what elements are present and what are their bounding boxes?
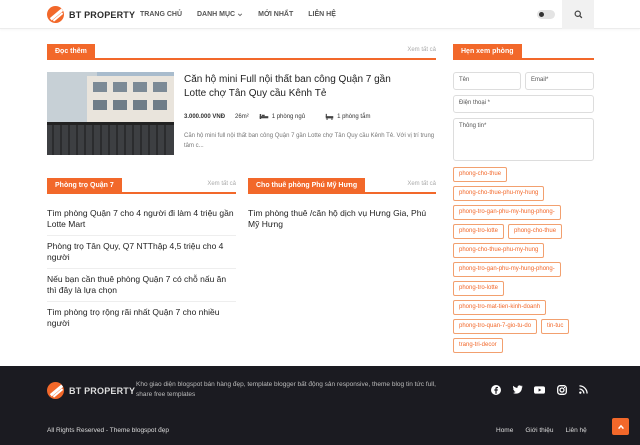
tag-link[interactable]: phong-cho-thue [508,224,563,239]
site-footer: BT PROPERTY Kho giao diện blogspot bán h… [0,366,640,445]
bathrooms: 1 phòng tắm [325,113,380,120]
bed-icon [259,114,268,119]
nav-item-latest[interactable]: MỚI NHẤT [258,11,293,18]
facebook-icon[interactable] [488,382,503,397]
logo-mark-icon [47,6,64,23]
bedrooms-label: 1 phòng ngủ [271,113,306,120]
tag-link[interactable]: phong-tro-quan-7-gio-tu-do [453,319,538,334]
featured-post-image[interactable] [47,72,174,155]
featured-post-meta: 3.000.000 VNĐ 26m² 1 phòng ngủ 1 phòng t… [184,113,390,120]
logo-mark-icon [47,382,64,399]
search-button[interactable] [562,0,594,29]
featured-post-excerpt: Căn hộ mini full nội thất ban công Quận … [184,133,435,149]
section-title: Phòng trọ Quận 7 [47,178,122,194]
tag-link[interactable]: tin-tuc [541,319,570,334]
section-title: Đọc thêm [47,44,95,60]
footer-nav: Home Giới thiệu Liên hệ [496,427,599,434]
brand-name: BT PROPERTY [69,9,136,20]
area: 26m² [235,113,249,120]
instagram-icon[interactable] [554,382,569,397]
email-field[interactable]: Email* [525,72,594,90]
post-title[interactable]: Tìm phòng thuê /căn hộ dịch vụ Hưng Gia,… [248,203,436,235]
featured-section-header: Đọc thêm Xem tất cả [47,44,436,60]
main-nav: TRANG CHỦ DANH MỤC MỚI NHẤT LIÊN HỆ [140,0,351,29]
footer-link-home[interactable]: Home [496,427,513,434]
tag-link[interactable]: phong-tro-lotte [453,224,505,239]
tag-link[interactable]: phong-cho-thue-phu-my-hung [453,243,545,258]
post-title[interactable]: Tìm phòng trọ rộng rãi nhất Quận 7 cho n… [47,302,236,334]
nav-item-categories[interactable]: DANH MỤC [197,11,243,18]
tag-cloud: phong-cho-thue phong-cho-thue-phu-my-hun… [453,167,598,357]
name-field[interactable]: Tên [453,72,521,90]
tag-link[interactable]: phong-tro-mat-tien-kinh-doanh [453,300,547,315]
appointment-section-header: Hẹn xem phòng [453,44,594,60]
nav-item-contact[interactable]: LIÊN HỆ [308,11,336,18]
tag-link[interactable]: phong-tro-lotte [453,281,505,296]
section-title: Hẹn xem phòng [453,44,522,60]
building-photo [47,72,174,155]
dark-mode-toggle[interactable] [537,10,555,19]
footer-link-contact[interactable]: Liên hệ [565,427,586,434]
footer-link-about[interactable]: Giới thiệu [525,427,553,434]
section-title: Cho thuê phòng Phú Mỹ Hưng [248,178,366,194]
rss-icon[interactable] [576,382,591,397]
back-to-top-button[interactable] [612,418,629,435]
phone-field[interactable]: Điện thoại * [453,95,594,113]
post-title[interactable]: Tìm phòng Quận 7 cho 4 người đi làm 4 tr… [47,203,236,236]
post-title[interactable]: Nếu bạn cần thuê phòng Quận 7 có chỗ nấu… [47,269,236,302]
youtube-icon[interactable] [532,382,547,397]
tag-link[interactable]: phong-cho-thue-phu-my-hung [453,186,545,201]
chevron-up-icon [617,424,624,429]
district7-section-header: Phòng trọ Quận 7 Xem tất cả [47,178,236,194]
tag-link[interactable]: trang-tri-decor [453,338,503,353]
footer-logo[interactable]: BT PROPERTY [47,382,135,399]
view-all-link[interactable]: Xem tất cả [407,47,436,53]
tag-link[interactable]: phong-tro-gan-phu-my-hung-phong- [453,262,561,277]
brand-name: BT PROPERTY [69,385,136,396]
tag-link[interactable]: phong-cho-thue [453,167,508,182]
twitter-icon[interactable] [510,382,525,397]
copyright-text: All Rights Reserved - Theme blogspot đẹp [47,427,169,434]
bedrooms: 1 phòng ngủ [259,113,315,120]
nav-item-home[interactable]: TRANG CHỦ [140,11,182,18]
featured-post-title[interactable]: Căn hộ mini Full nội thất ban công Quận … [184,73,414,101]
view-all-link[interactable]: Xem tất cả [407,181,436,187]
message-field[interactable]: Thông tin* [453,118,594,161]
footer-about: Kho giao diện blogspot bán hàng đẹp, tem… [136,381,436,398]
nav-item-categories-label: DANH MỤC [197,11,236,18]
brand-logo[interactable]: BT PROPERTY [47,6,135,23]
view-all-link[interactable]: Xem tất cả [207,181,236,187]
price: 3.000.000 VNĐ [184,113,226,120]
phu-my-hung-section-header: Cho thuê phòng Phú Mỹ Hưng Xem tất cả [248,178,436,194]
tag-link[interactable]: phong-tro-gan-phu-my-hung-phong- [453,205,561,220]
bathrooms-label: 1 phòng tắm [337,113,371,120]
phu-my-hung-post-list: Tìm phòng thuê /căn hộ dịch vụ Hưng Gia,… [248,203,436,235]
post-title[interactable]: Phòng trọ Tân Quy, Q7 NTThập 4,5 triệu c… [47,236,236,269]
top-navbar: BT PROPERTY TRANG CHỦ DANH MỤC MỚI NHẤT … [0,0,640,29]
search-icon [574,10,582,19]
district7-post-list: Tìm phòng Quận 7 cho 4 người đi làm 4 tr… [47,203,236,334]
bath-icon [325,113,334,120]
chevron-down-icon [237,12,243,16]
social-links [488,382,598,397]
